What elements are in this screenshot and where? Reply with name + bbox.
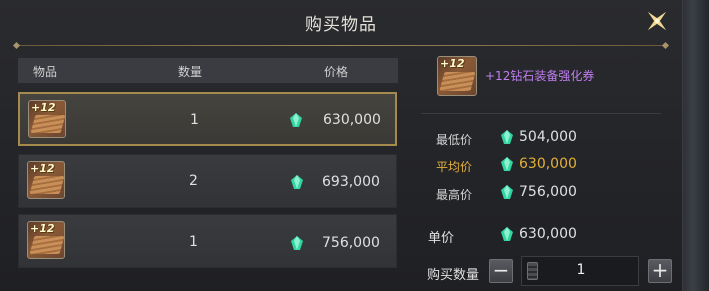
lowest-price-value: 504,000 (519, 129, 577, 145)
enhancement-ticket-icon: +12 (27, 161, 65, 199)
decrease-quantity-button[interactable]: − (489, 259, 513, 283)
row-quantity: 1 (189, 234, 198, 250)
background-scene (682, 0, 709, 291)
quantity-input[interactable]: 1 (521, 256, 639, 286)
unit-price-label: 单价 (428, 231, 455, 246)
item-level-label: +12 (30, 162, 55, 175)
increase-quantity-button[interactable]: + (648, 259, 672, 283)
item-level-label: +12 (31, 101, 56, 114)
dialog-title: 购买物品 (305, 15, 377, 35)
average-price-value: 630,000 (519, 156, 577, 172)
green-gem-icon (501, 227, 513, 241)
title-divider (16, 45, 666, 46)
enhancement-ticket-icon: +12 (28, 100, 66, 138)
purchase-quantity-label: 购买数量 (427, 268, 480, 283)
green-gem-icon (291, 236, 303, 250)
item-name: +12钻石装备强化券 (485, 69, 595, 83)
item-level-label: +12 (30, 222, 55, 235)
row-price: 756,000 (322, 235, 380, 251)
green-gem-icon (501, 157, 513, 171)
lowest-price-label: 最低价 (436, 133, 473, 147)
header-item: 物品 (33, 65, 58, 79)
green-gem-icon (501, 130, 513, 144)
green-gem-icon (291, 175, 303, 189)
header-price: 价格 (324, 65, 349, 79)
quantity-value: 1 (576, 262, 586, 278)
listing-row-2[interactable]: +12 2 693,000 (18, 154, 397, 208)
selected-item-icon: +12 (437, 56, 477, 96)
unit-price-value: 630,000 (519, 226, 577, 242)
green-gem-icon (290, 113, 302, 127)
close-icon (647, 11, 667, 31)
average-price-label: 平均价 (436, 160, 473, 174)
buy-item-dialog: 购买物品 物品 数量 价格 +12 1 630,000 +12 2 693,00… (0, 0, 683, 291)
listing-row-3[interactable]: +12 1 756,000 (18, 214, 397, 268)
highest-price-label: 最高价 (436, 188, 473, 202)
enhancement-ticket-icon: +12 (27, 221, 65, 259)
row-price: 630,000 (323, 112, 381, 128)
row-price: 693,000 (322, 174, 380, 190)
listing-row-1[interactable]: +12 1 630,000 (18, 92, 397, 146)
info-divider (421, 113, 661, 114)
highest-price-value: 756,000 (519, 184, 577, 200)
row-quantity: 2 (189, 173, 198, 189)
close-button[interactable] (640, 4, 674, 38)
row-quantity: 1 (190, 112, 199, 128)
item-level-label: +12 (440, 57, 465, 70)
green-gem-icon (501, 185, 513, 199)
header-quantity: 数量 (178, 65, 203, 79)
item-list-header: 物品 数量 价格 (18, 58, 398, 83)
